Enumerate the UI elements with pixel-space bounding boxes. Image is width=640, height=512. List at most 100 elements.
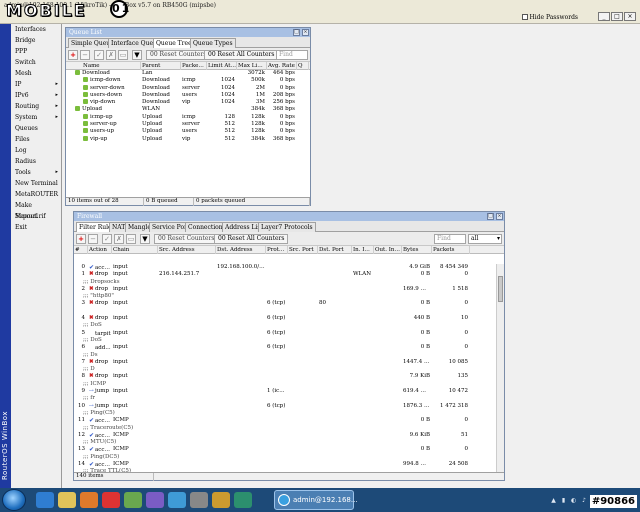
table-row[interactable]: 9 ⇢jump input 1 (ic... 619.4 KiB 10 472 bbox=[74, 388, 496, 395]
remove-icon[interactable]: − bbox=[88, 234, 98, 244]
table-row[interactable]: icmp-up Upload icmp 128 128k 0 bps bbox=[66, 113, 310, 121]
table-row[interactable]: Upload WLAN 384k 368 bps bbox=[66, 106, 310, 113]
maximize-button[interactable]: □ bbox=[611, 12, 623, 21]
table-row[interactable]: server-down Download server 1024 2M 0 bps bbox=[66, 84, 310, 92]
start-button[interactable] bbox=[2, 489, 26, 511]
firewall-find-input[interactable]: Find bbox=[434, 234, 466, 244]
media-player-icon[interactable] bbox=[80, 492, 98, 508]
table-row[interactable]: users-down Download users 1024 1M 208 bps bbox=[66, 91, 310, 99]
close-button[interactable]: × bbox=[624, 12, 636, 21]
menu-item[interactable]: IP ▸ bbox=[11, 79, 61, 90]
rule-comment-row[interactable]: ;;; DoS bbox=[74, 337, 496, 344]
table-row[interactable]: Download Lan 3072k 464 bps bbox=[66, 70, 310, 77]
rule-comment-row[interactable]: ;;; Ping(C5) bbox=[74, 410, 496, 417]
column-header[interactable]: Max Limi... bbox=[237, 62, 267, 70]
menu-item[interactable]: Mesh bbox=[11, 68, 61, 79]
tab[interactable]: Queue Tree bbox=[153, 38, 195, 48]
disable-icon[interactable]: ✗ bbox=[106, 50, 116, 60]
enable-icon[interactable]: ✓ bbox=[94, 50, 104, 60]
app-icon[interactable] bbox=[102, 492, 120, 508]
rule-comment-row[interactable]: ;;; Ping(DC5) bbox=[74, 454, 496, 461]
column-header[interactable]: Proto... bbox=[266, 246, 288, 254]
rule-comment-row[interactable]: ;;; Traceroute(C5) bbox=[74, 425, 496, 432]
reset-all-counters-button[interactable]: 00 Reset All Counters bbox=[214, 234, 289, 244]
menu-item[interactable]: Queues bbox=[11, 123, 61, 134]
menu-item[interactable]: System ▸ bbox=[11, 112, 61, 123]
window-close-button[interactable]: × bbox=[302, 29, 309, 36]
app-icon[interactable] bbox=[190, 492, 208, 508]
menu-item[interactable]: PPP bbox=[11, 46, 61, 57]
table-row[interactable]: 7 ✖drop input 1447.4 KiB 10 085 bbox=[74, 359, 496, 366]
menu-item[interactable]: Exit bbox=[11, 222, 61, 233]
menu-item[interactable]: MetaROUTER bbox=[11, 189, 61, 200]
rule-comment-row[interactable]: ;;; Ds bbox=[74, 352, 496, 359]
filter-icon[interactable]: ▼ bbox=[132, 50, 142, 60]
table-row[interactable]: 6 add... input 6 (tcp) 0 B 0 bbox=[74, 344, 496, 351]
firewall-window-titlebar[interactable]: Firewall □ × bbox=[74, 212, 504, 221]
app-icon[interactable] bbox=[168, 492, 186, 508]
table-row[interactable]: vip-up Upload vip 512 384k 368 bps bbox=[66, 135, 310, 143]
table-row[interactable]: 8 ✖drop input 7.9 KiB 135 bbox=[74, 373, 496, 380]
menu-item[interactable]: Manual bbox=[11, 211, 61, 222]
table-row[interactable]: 12 ✔accept ICMP 9.6 KiB 51 bbox=[74, 432, 496, 439]
table-row[interactable]: 0 ✔accept input 192.168.100.0/24 4.9 GiB 8 45… bbox=[74, 264, 496, 271]
rule-comment-row[interactable]: ;;; fr bbox=[74, 395, 496, 402]
menu-item[interactable]: Interfaces bbox=[11, 24, 61, 35]
tab[interactable]: Layer7 Protocols bbox=[258, 222, 316, 232]
app-icon[interactable] bbox=[124, 492, 142, 508]
rule-comment-row[interactable]: ;;; D bbox=[74, 366, 496, 373]
explorer-icon[interactable] bbox=[58, 492, 76, 508]
column-header[interactable]: Dst. Address bbox=[216, 246, 266, 254]
menu-item[interactable]: Bridge bbox=[11, 35, 61, 46]
table-row[interactable]: 11 ✔accept ICMP 0 B0 bbox=[74, 417, 496, 424]
table-row[interactable]: vip-down Download vip 1024 3M 256 bps bbox=[66, 99, 310, 106]
table-row[interactable]: 4 ✖drop input 6 (tcp) 440 B 10 bbox=[74, 315, 496, 322]
table-row[interactable]: users-up Upload users 512 128k 0 bps bbox=[66, 128, 310, 135]
window-restore-button[interactable]: □ bbox=[487, 213, 494, 220]
column-header[interactable]: Src. Port bbox=[288, 246, 318, 254]
rule-comment-row[interactable]: ;;; "http80" bbox=[74, 293, 496, 300]
column-header[interactable]: Name bbox=[82, 62, 141, 70]
column-header[interactable]: In. Inte... bbox=[352, 246, 374, 254]
minimize-button[interactable]: _ bbox=[598, 12, 610, 21]
menu-item[interactable]: IPv6 ▸ bbox=[11, 90, 61, 101]
table-row[interactable]: 1 ✖drop input 216.144.251.7 WLAN 0 B0 bbox=[74, 271, 496, 278]
queue-find-input[interactable]: Find bbox=[276, 50, 308, 60]
app-icon[interactable] bbox=[146, 492, 164, 508]
add-icon[interactable]: + bbox=[76, 234, 86, 244]
column-header[interactable]: Bytes bbox=[402, 246, 432, 254]
column-header[interactable]: Packet ... bbox=[181, 62, 207, 70]
firewall-scrollbar[interactable] bbox=[496, 264, 504, 472]
rule-comment-row[interactable]: ;;; DoS bbox=[74, 322, 496, 329]
rule-comment-row[interactable]: ;;; Dropsocks bbox=[74, 279, 496, 286]
menu-item[interactable]: Files bbox=[11, 134, 61, 145]
disable-icon[interactable]: ✗ bbox=[114, 234, 124, 244]
app-icon[interactable] bbox=[212, 492, 230, 508]
remove-icon[interactable]: − bbox=[80, 50, 90, 60]
column-header[interactable]: Src. Address bbox=[158, 246, 216, 254]
hide-passwords-checkbox[interactable]: Hide Passwords bbox=[521, 14, 578, 21]
comment-icon[interactable]: ▭ bbox=[126, 234, 136, 244]
reset-counters-button[interactable]: 00 Reset Counters bbox=[146, 50, 211, 60]
app-icon[interactable] bbox=[234, 492, 252, 508]
column-header[interactable]: Action bbox=[88, 246, 112, 254]
taskbar-winbox-button[interactable]: admin@192.168... bbox=[274, 490, 358, 510]
column-header[interactable]: Chain bbox=[112, 246, 158, 254]
ie-icon[interactable] bbox=[36, 492, 54, 508]
column-header[interactable]: Packets bbox=[432, 246, 470, 254]
menu-item[interactable]: Routing ▸ bbox=[11, 101, 61, 112]
rule-comment-row[interactable] bbox=[74, 308, 496, 315]
window-close-button[interactable]: × bbox=[496, 213, 503, 220]
table-row[interactable]: 3 ✖drop input 6 (tcp) 80 0 B0 bbox=[74, 300, 496, 307]
scrollbar-thumb[interactable] bbox=[498, 276, 503, 302]
reset-counters-button[interactable]: 00 Reset Counters bbox=[154, 234, 219, 244]
system-tray[interactable]: ▲ ▮ ◐ ♪ bbox=[551, 497, 588, 504]
table-row[interactable]: 10 ⇢jump input 6 (tcp) 1876.3 M... 1 472 318 bbox=[74, 403, 496, 410]
queue-window-titlebar[interactable]: Queue List □ × bbox=[66, 28, 310, 37]
menu-item[interactable]: Log bbox=[11, 145, 61, 156]
column-header[interactable]: Q bbox=[297, 62, 309, 70]
column-header[interactable]: Dst. Port bbox=[318, 246, 352, 254]
menu-item[interactable]: Radius bbox=[11, 156, 61, 167]
menu-item[interactable]: Make Supout.rif bbox=[11, 200, 61, 220]
filter-icon[interactable]: ▼ bbox=[140, 234, 150, 244]
